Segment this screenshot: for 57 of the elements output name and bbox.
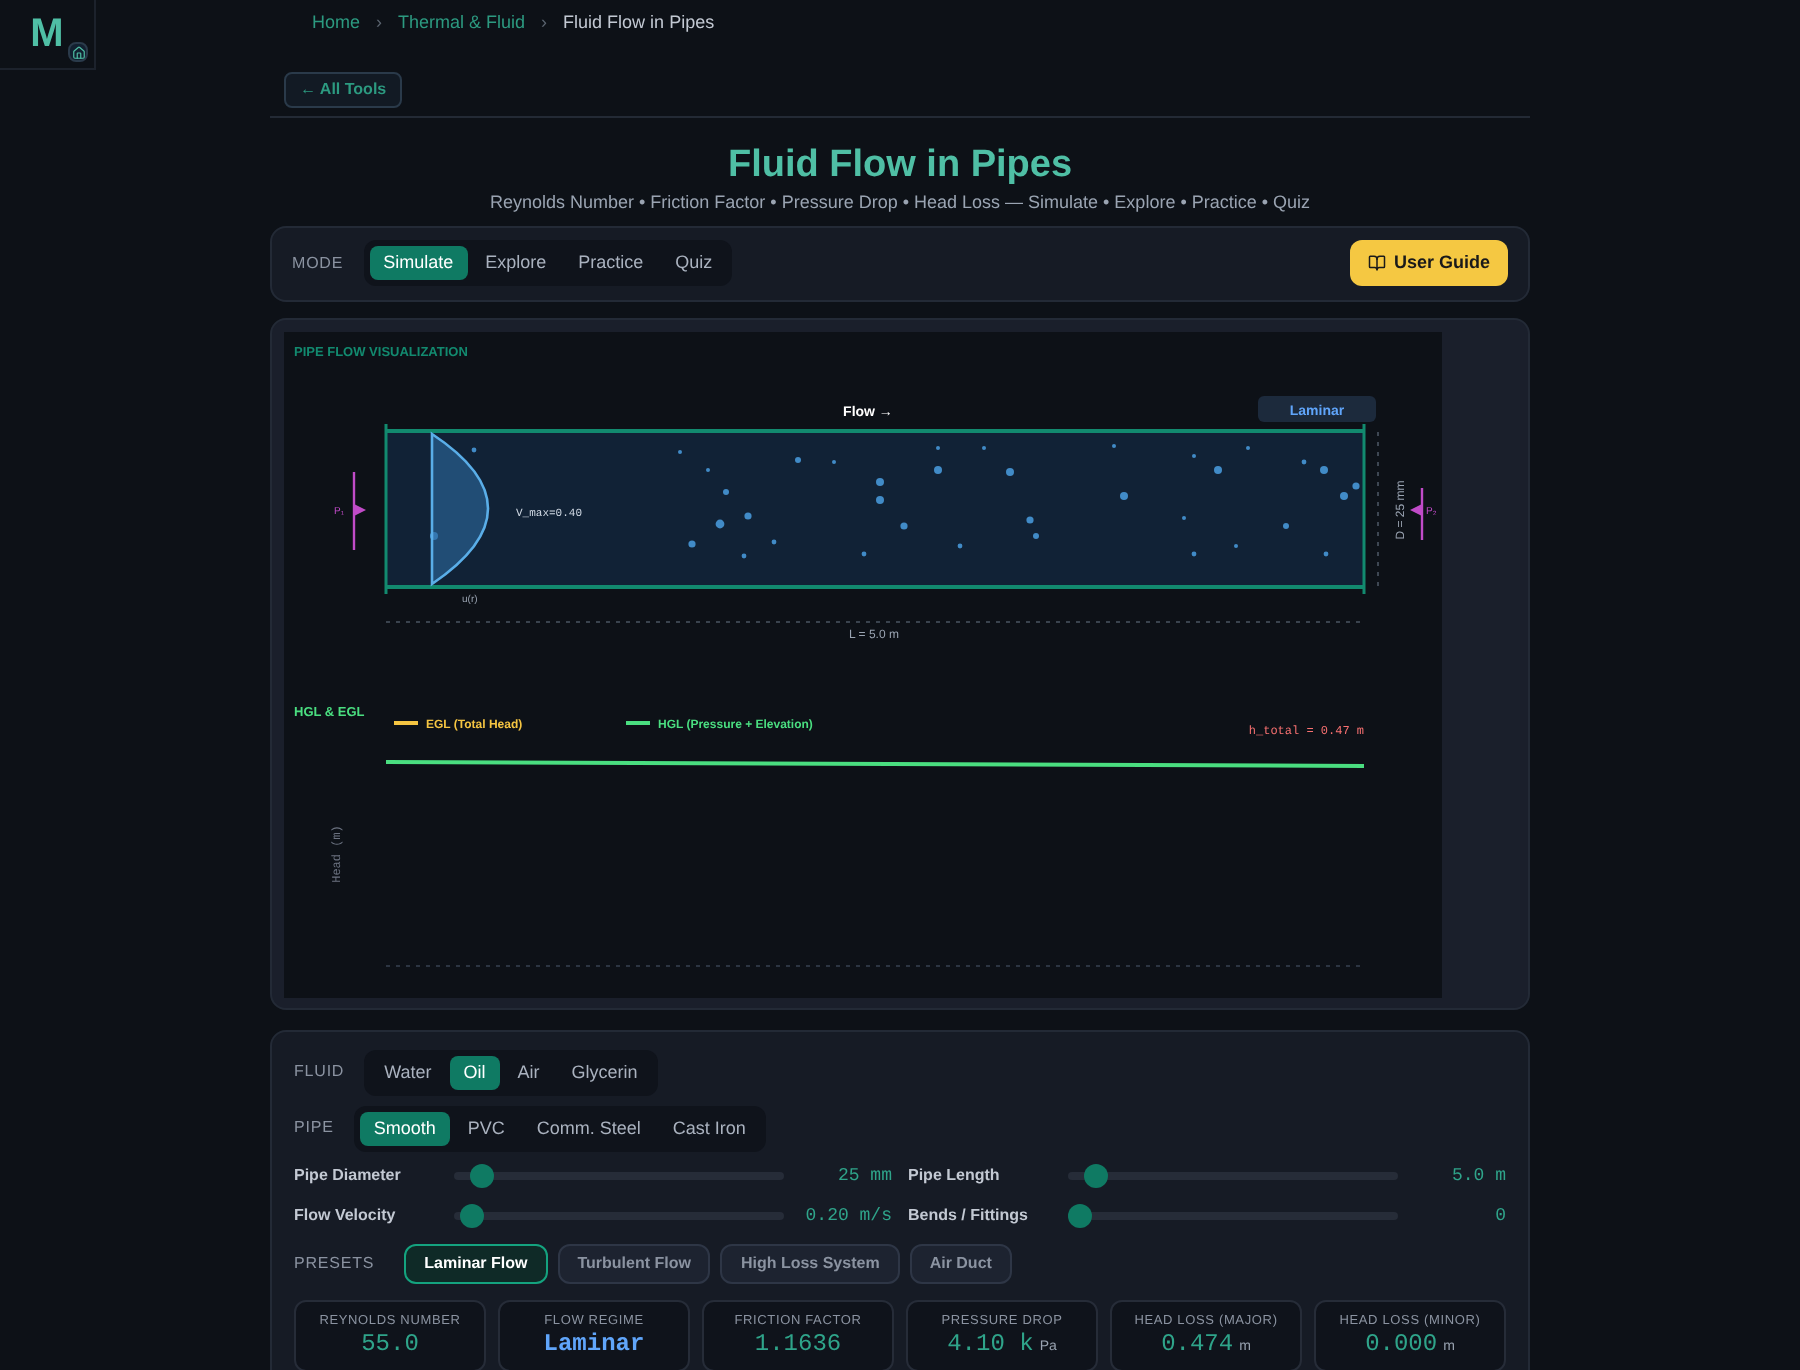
book-icon — [1367, 254, 1386, 272]
slider[interactable] — [454, 1203, 784, 1227]
group-label: PRESETS — [294, 1251, 375, 1275]
home-icon[interactable] — [68, 42, 88, 62]
outlet-pressure-marker — [1410, 487, 1424, 539]
slider-thumb[interactable] — [460, 1203, 485, 1227]
inlet-pressure-marker — [352, 471, 366, 549]
metric-value: Laminar — [543, 1330, 645, 1358]
slider-value: 5.0 m — [1451, 1165, 1506, 1185]
segment-tab[interactable]: Comm. Steel — [522, 1111, 655, 1145]
metric-value: 1.1636 — [754, 1330, 842, 1358]
breadcrumb-current: Fluid Flow in Pipes — [563, 10, 715, 36]
metric-value: 0.000 — [1365, 1329, 1438, 1358]
group-label: MODE — [292, 251, 344, 275]
segment-tab[interactable]: Air — [503, 1055, 554, 1089]
breadcrumb-separator: › — [541, 10, 548, 36]
slider[interactable] — [1068, 1203, 1398, 1227]
breadcrumb-link[interactable]: Home — [312, 10, 361, 37]
group-label: PIPE — [294, 1116, 334, 1140]
slider-value: 25 mm — [837, 1165, 892, 1185]
segment-tab[interactable]: Oil — [449, 1055, 500, 1089]
segment-tab[interactable]: Cast Iron — [658, 1111, 760, 1145]
user-guide-button[interactable]: User Guide — [1349, 239, 1508, 287]
segment-tab[interactable]: Water — [370, 1055, 446, 1089]
breadcrumb-separator: › — [376, 10, 383, 36]
slider-label: Flow Velocity — [294, 1205, 398, 1225]
segment-tab[interactable]: Glycerin — [557, 1055, 652, 1089]
metric-value: 4.10 k — [947, 1329, 1034, 1358]
preset-button[interactable]: Air Duct — [909, 1243, 1012, 1283]
logo-tile[interactable]: M — [0, 0, 96, 70]
slider-thumb[interactable] — [1083, 1163, 1108, 1187]
segment-tab[interactable]: Simulate — [369, 246, 468, 280]
segment-tab[interactable]: Explore — [471, 246, 561, 280]
segment-tab[interactable]: Quiz — [661, 246, 727, 280]
slider[interactable] — [454, 1163, 784, 1187]
segment-tab[interactable]: PVC — [453, 1111, 519, 1145]
slider-thumb[interactable] — [1068, 1203, 1092, 1227]
segment-tab[interactable]: Smooth — [359, 1111, 450, 1145]
slider-label: Pipe Diameter — [294, 1165, 403, 1185]
slider[interactable] — [1068, 1163, 1398, 1187]
back-button[interactable]: ← All Tools — [284, 71, 403, 107]
breadcrumb-link[interactable]: Thermal & Fluid — [398, 10, 526, 37]
slider-label: Bends / Fittings — [908, 1205, 1030, 1225]
preset-button[interactable]: High Loss System — [720, 1243, 900, 1283]
slider-thumb[interactable] — [469, 1163, 494, 1187]
preset-button[interactable]: Turbulent Flow — [557, 1243, 711, 1283]
metric-value: 0.474 — [1161, 1329, 1234, 1358]
slider-value: 0 — [1495, 1205, 1506, 1225]
logo: M — [30, 10, 64, 60]
group-label: FLUID — [294, 1060, 345, 1084]
page-title: Fluid Flow in Pipes — [727, 143, 1073, 187]
metric-value: 55.0 — [361, 1330, 419, 1358]
page-subtitle: Reynolds Number • Friction Factor • Pressure Drop • Head Loss — Simulate • Explore • Practice • Quiz — [489, 189, 1311, 213]
slider-label: Pipe Length — [908, 1165, 1002, 1185]
segment-tab[interactable]: Practice — [564, 246, 658, 280]
preset-button[interactable]: Laminar Flow — [404, 1243, 548, 1283]
slider-value: 0.20 m/s — [805, 1205, 892, 1225]
